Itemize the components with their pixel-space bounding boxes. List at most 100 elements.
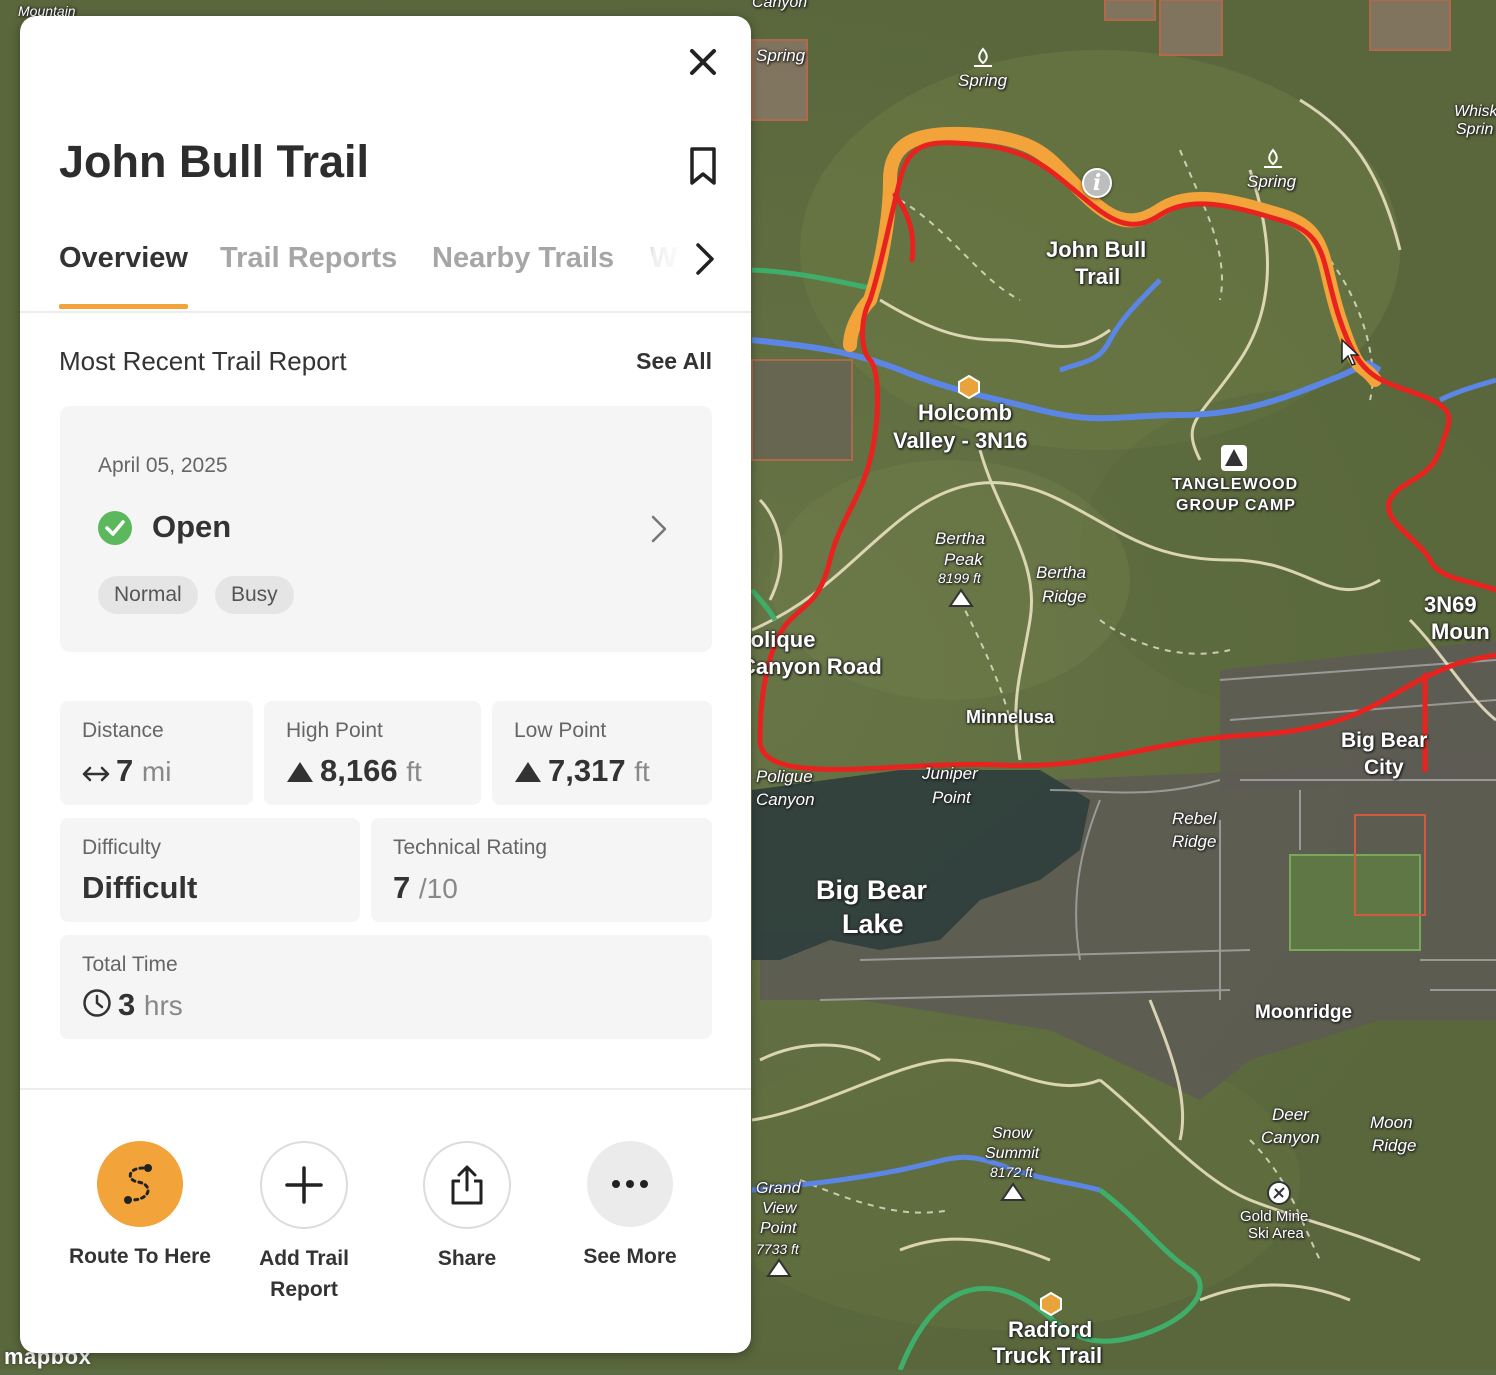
difficulty-value: Difficult [82, 870, 198, 905]
mountain-icon [515, 762, 541, 782]
divider [20, 1088, 751, 1090]
stat-label: Difficulty [82, 836, 161, 859]
route-to-here-button[interactable]: Route To Here [60, 1141, 220, 1272]
map-label-3n69: 3N69 [1424, 592, 1477, 617]
map-label-rebel-ridge: Rebel [1172, 809, 1217, 828]
map-label-snow-summit: Snow [992, 1125, 1033, 1142]
map-label-moonridge: Moonridge [1255, 1002, 1353, 1023]
map-label-minnelusa: Minnelusa [966, 707, 1055, 727]
map-label-tanglewood: GROUP CAMP [1176, 497, 1296, 514]
tag-chip: Busy [215, 576, 294, 614]
stat-value: 3 hrs [82, 987, 183, 1023]
map-label-poligue-canyon: Canyon [756, 790, 815, 809]
technical-rating-value: 7 [393, 870, 411, 905]
see-more-button[interactable]: See More [550, 1141, 710, 1272]
tab-trail-reports[interactable]: Trail Reports [220, 242, 397, 275]
map-label-bertha-ridge: Bertha [1036, 563, 1087, 582]
ski-area-icon [1267, 1181, 1291, 1205]
stat-value: 7 /10 [393, 870, 458, 906]
map-label-big-bear-lake: Lake [842, 909, 904, 939]
campground-icon [1221, 445, 1247, 471]
chevron-right-icon[interactable] [693, 242, 717, 276]
stat-value: 7 mi [82, 753, 171, 789]
map-label-snow-summit: Summit [985, 1145, 1040, 1162]
clock-icon [83, 989, 111, 1017]
map-label-holcomb: Valley - 3N16 [893, 428, 1028, 453]
add-trail-report-button[interactable]: Add Trail Report [224, 1141, 384, 1305]
chevron-right-icon[interactable] [650, 514, 668, 544]
spring-icon [1264, 148, 1282, 168]
action-label: See More [583, 1245, 677, 1268]
camp-marker-icon[interactable] [957, 375, 981, 399]
total-time-value: 3 [118, 987, 136, 1022]
map-label-grand-view: 7733 ft [756, 1241, 799, 1257]
map-label-bertha-peak: Peak [944, 550, 983, 569]
distance-unit: mi [141, 756, 172, 787]
stat-label: Low Point [514, 719, 607, 742]
map-label-radford: Truck Trail [992, 1343, 1103, 1368]
tab-nearby-trails[interactable]: Nearby Trails [432, 242, 614, 275]
mouse-cursor-icon [1341, 338, 1360, 366]
stat-technical-rating: Technical Rating 7 /10 [371, 818, 712, 922]
map-label-tanglewood: TANGLEWOOD [1172, 476, 1299, 493]
stat-label: High Point [286, 719, 383, 742]
spring-icon [974, 47, 992, 67]
tab-overview[interactable]: Overview [59, 242, 188, 275]
close-icon[interactable] [687, 46, 719, 78]
map-label-big-bear-city: Big Bear [1341, 729, 1428, 752]
low-point-value: 7,317 [548, 753, 626, 788]
trail-title: John Bull Trail [59, 136, 370, 187]
active-tab-indicator [59, 304, 188, 309]
stat-high-point: High Point 8,166 ft [264, 701, 481, 805]
report-status: Open [152, 509, 232, 544]
total-time-unit: hrs [143, 990, 183, 1021]
divider [20, 311, 751, 313]
map-label-deer-canyon: Deer [1272, 1105, 1309, 1124]
map-label-whisk: Whisk [1454, 103, 1496, 120]
map-label-snow-summit: 8172 ft [990, 1164, 1033, 1180]
map-label-big-bear-city: City [1364, 756, 1404, 779]
more-icon[interactable] [587, 1141, 673, 1227]
stat-distance: Distance 7 mi [60, 701, 253, 805]
tab-bar: Overview Trail Reports Nearby Trails W [59, 242, 751, 312]
map-label-rebel-ridge: Ridge [1172, 832, 1217, 851]
share-button[interactable]: Share [387, 1141, 547, 1274]
stat-value: 8,166 ft [286, 753, 422, 789]
map-label-john-bull: Trail [1075, 264, 1121, 289]
technical-rating-unit: /10 [418, 873, 458, 904]
action-label: Share [437, 1247, 497, 1270]
check-circle-icon [98, 511, 132, 545]
map-label-spring: Spring [1247, 172, 1297, 191]
action-label: Route To Here [69, 1245, 211, 1268]
peak-icon [948, 588, 974, 607]
route-icon[interactable] [97, 1141, 183, 1227]
map-label-deer-canyon: Canyon [1261, 1128, 1320, 1147]
map-label-spring: Spring [958, 71, 1008, 90]
map-label-canyon: Canyon [752, 0, 808, 11]
map-label-grand-view: View [762, 1200, 797, 1217]
see-all-link[interactable]: See All [636, 348, 712, 375]
map-label-holcomb: Holcomb [918, 400, 1013, 425]
map-label-gold-mine: Gold Mine [1240, 1208, 1309, 1225]
map-label-moon-ridge: Moon [1370, 1113, 1413, 1132]
map-label-john-bull: John Bull [1046, 237, 1147, 262]
stat-difficulty: Difficulty Difficult [60, 818, 360, 922]
info-marker-icon[interactable]: i [1082, 168, 1112, 198]
map-label-polique-road: Canyon Road [740, 654, 882, 679]
bookmark-icon[interactable] [687, 146, 719, 186]
camp-marker-icon[interactable] [1039, 1292, 1063, 1316]
map-label-moun: Moun [1431, 619, 1490, 644]
share-icon[interactable] [423, 1141, 511, 1229]
map-label-juniper-point: Juniper [922, 764, 978, 783]
map-label-radford: Radford [1008, 1317, 1093, 1342]
trail-report-card[interactable]: April 05, 2025 Open Normal Busy [60, 406, 712, 652]
action-bar: Route To Here Add Trail Report Share See… [20, 1141, 751, 1341]
stat-label: Technical Rating [393, 836, 548, 859]
map-label-bertha-peak: 8199 ft [938, 570, 981, 586]
map-label-juniper-point: Point [932, 788, 971, 807]
map-label-big-bear-lake: Big Bear [816, 875, 928, 905]
report-date: April 05, 2025 [98, 454, 228, 477]
stat-value: 7,317 ft [514, 753, 650, 789]
plus-icon[interactable] [260, 1141, 348, 1229]
trail-detail-panel: John Bull Trail Overview Trail Reports N… [20, 16, 751, 1353]
